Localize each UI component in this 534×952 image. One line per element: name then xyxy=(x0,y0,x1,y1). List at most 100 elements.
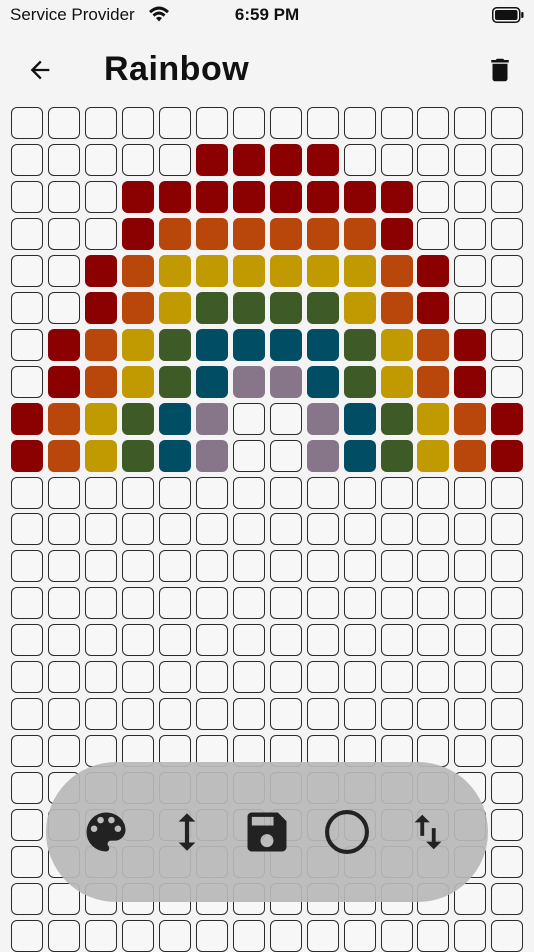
grid-cell[interactable] xyxy=(491,809,523,841)
delete-button[interactable] xyxy=(484,52,516,88)
grid-cell[interactable] xyxy=(122,292,154,324)
grid-cell[interactable] xyxy=(48,440,80,472)
grid-cell[interactable] xyxy=(233,920,265,952)
grid-cell[interactable] xyxy=(417,107,449,139)
grid-cell[interactable] xyxy=(85,292,117,324)
grid-cell[interactable] xyxy=(11,440,43,472)
grid-cell[interactable] xyxy=(159,661,191,693)
grid-cell[interactable] xyxy=(491,292,523,324)
grid-cell[interactable] xyxy=(159,920,191,952)
grid-cell[interactable] xyxy=(11,624,43,656)
grid-cell[interactable] xyxy=(48,403,80,435)
grid-cell[interactable] xyxy=(307,144,339,176)
grid-cell[interactable] xyxy=(344,440,376,472)
grid-cell[interactable] xyxy=(454,624,486,656)
grid-cell[interactable] xyxy=(233,624,265,656)
grid-cell[interactable] xyxy=(11,772,43,804)
grid-cell[interactable] xyxy=(159,218,191,250)
grid-cell[interactable] xyxy=(344,255,376,287)
grid-cell[interactable] xyxy=(454,366,486,398)
grid-cell[interactable] xyxy=(159,329,191,361)
grid-cell[interactable] xyxy=(159,587,191,619)
grid-cell[interactable] xyxy=(454,477,486,509)
grid-cell[interactable] xyxy=(85,255,117,287)
grid-cell[interactable] xyxy=(307,329,339,361)
grid-cell[interactable] xyxy=(196,587,228,619)
grid-cell[interactable] xyxy=(417,218,449,250)
grid-cell[interactable] xyxy=(122,255,154,287)
grid-cell[interactable] xyxy=(491,661,523,693)
grid-cell[interactable] xyxy=(381,181,413,213)
grid-cell[interactable] xyxy=(122,920,154,952)
grid-cell[interactable] xyxy=(491,144,523,176)
grid-cell[interactable] xyxy=(48,735,80,767)
grid-cell[interactable] xyxy=(381,403,413,435)
grid-cell[interactable] xyxy=(417,513,449,545)
grid-cell[interactable] xyxy=(270,550,302,582)
grid-cell[interactable] xyxy=(159,513,191,545)
grid-cell[interactable] xyxy=(491,587,523,619)
grid-cell[interactable] xyxy=(307,107,339,139)
grid-cell[interactable] xyxy=(85,440,117,472)
grid-cell[interactable] xyxy=(454,735,486,767)
palette-button[interactable] xyxy=(78,804,134,860)
grid-cell[interactable] xyxy=(159,107,191,139)
grid-cell[interactable] xyxy=(233,218,265,250)
grid-cell[interactable] xyxy=(159,366,191,398)
grid-cell[interactable] xyxy=(381,255,413,287)
grid-cell[interactable] xyxy=(307,403,339,435)
grid-cell[interactable] xyxy=(233,440,265,472)
grid-cell[interactable] xyxy=(48,513,80,545)
grid-cell[interactable] xyxy=(196,255,228,287)
grid-cell[interactable] xyxy=(454,329,486,361)
grid-cell[interactable] xyxy=(85,477,117,509)
grid-cell[interactable] xyxy=(307,477,339,509)
resize-vertical-button[interactable] xyxy=(159,804,215,860)
grid-cell[interactable] xyxy=(196,329,228,361)
grid-cell[interactable] xyxy=(159,181,191,213)
grid-cell[interactable] xyxy=(159,255,191,287)
grid-cell[interactable] xyxy=(85,366,117,398)
grid-cell[interactable] xyxy=(85,587,117,619)
grid-cell[interactable] xyxy=(270,144,302,176)
grid-cell[interactable] xyxy=(196,218,228,250)
grid-cell[interactable] xyxy=(417,477,449,509)
grid-cell[interactable] xyxy=(122,587,154,619)
grid-cell[interactable] xyxy=(85,920,117,952)
grid-cell[interactable] xyxy=(454,181,486,213)
grid-cell[interactable] xyxy=(307,513,339,545)
grid-cell[interactable] xyxy=(417,550,449,582)
grid-cell[interactable] xyxy=(491,772,523,804)
grid-cell[interactable] xyxy=(270,218,302,250)
grid-cell[interactable] xyxy=(48,661,80,693)
grid-cell[interactable] xyxy=(11,883,43,915)
grid-cell[interactable] xyxy=(233,144,265,176)
grid-cell[interactable] xyxy=(270,440,302,472)
grid-cell[interactable] xyxy=(344,587,376,619)
shape-button[interactable] xyxy=(319,804,375,860)
grid-cell[interactable] xyxy=(307,366,339,398)
grid-cell[interactable] xyxy=(491,403,523,435)
grid-cell[interactable] xyxy=(48,550,80,582)
grid-cell[interactable] xyxy=(417,661,449,693)
grid-cell[interactable] xyxy=(307,920,339,952)
grid-cell[interactable] xyxy=(122,181,154,213)
grid-cell[interactable] xyxy=(196,440,228,472)
grid-cell[interactable] xyxy=(381,440,413,472)
grid-cell[interactable] xyxy=(11,403,43,435)
grid-cell[interactable] xyxy=(491,181,523,213)
grid-cell[interactable] xyxy=(122,477,154,509)
grid-cell[interactable] xyxy=(159,403,191,435)
grid-cell[interactable] xyxy=(454,550,486,582)
grid-cell[interactable] xyxy=(122,661,154,693)
grid-cell[interactable] xyxy=(381,292,413,324)
grid-cell[interactable] xyxy=(417,403,449,435)
grid-cell[interactable] xyxy=(48,218,80,250)
grid-cell[interactable] xyxy=(454,698,486,730)
grid-cell[interactable] xyxy=(11,735,43,767)
grid-cell[interactable] xyxy=(344,698,376,730)
grid-cell[interactable] xyxy=(11,255,43,287)
grid-cell[interactable] xyxy=(85,550,117,582)
grid-cell[interactable] xyxy=(233,329,265,361)
grid-cell[interactable] xyxy=(122,329,154,361)
